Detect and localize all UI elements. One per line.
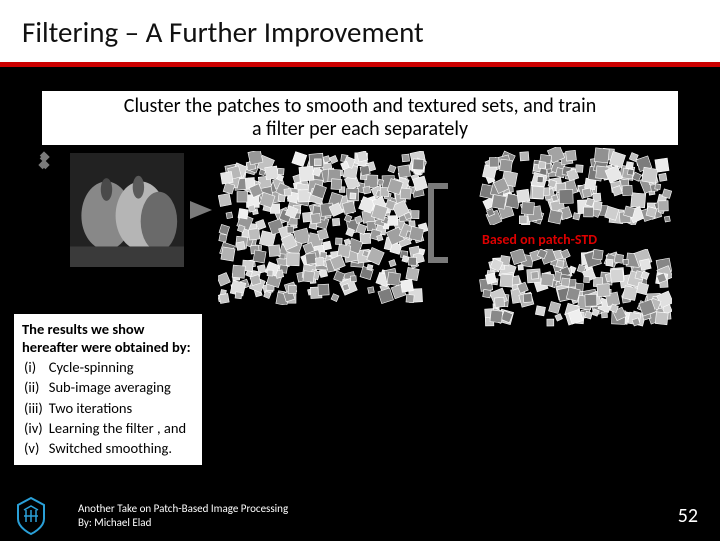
results-item: (iii)Two iterations	[24, 399, 190, 417]
figure-all-patches	[218, 151, 428, 305]
results-item: (v)Switched smoothing.	[24, 439, 190, 457]
footer-line2: By: Michael Elad	[78, 516, 288, 530]
arrow-icon	[190, 201, 212, 219]
figure-textured-patches	[478, 249, 672, 327]
results-list: (i)Cycle-spinning (ii)Sub-image averaging…	[22, 356, 192, 459]
footer-line1: Another Take on Patch-Based Image Proces…	[78, 502, 288, 516]
results-heading-2: hereafter were obtained by:	[22, 338, 191, 356]
footer: Another Take on Patch-Based Image Proces…	[0, 492, 720, 540]
subtitle: Cluster the patches to smooth and textur…	[42, 91, 678, 145]
results-item: (ii)Sub-image averaging	[24, 378, 190, 396]
institution-logo-icon	[14, 496, 48, 536]
footer-text: Another Take on Patch-Based Image Proces…	[78, 502, 288, 530]
results-block: The results we show hereafter were obtai…	[14, 314, 202, 465]
std-label: Based on patch-STD	[482, 231, 597, 248]
results-item: (i)Cycle-spinning	[24, 358, 190, 376]
title-bar: Filtering – A Further Improvement	[0, 0, 720, 67]
results-heading-1: The results we show	[22, 320, 144, 338]
subtitle-line2: a filter per each separately	[52, 118, 668, 141]
figure-smooth-patches	[478, 147, 672, 225]
split-arrow-stem	[428, 183, 434, 263]
figure-row: Based on patch-STD	[40, 153, 680, 333]
figure-source-image	[70, 153, 184, 267]
arrow-down-icon	[38, 159, 49, 170]
subtitle-line1: Cluster the patches to smooth and textur…	[52, 95, 668, 118]
slide-title: Filtering – A Further Improvement	[22, 14, 720, 50]
page-number: 52	[678, 504, 698, 528]
results-item: (iv)Learning the filter , and	[24, 419, 190, 437]
